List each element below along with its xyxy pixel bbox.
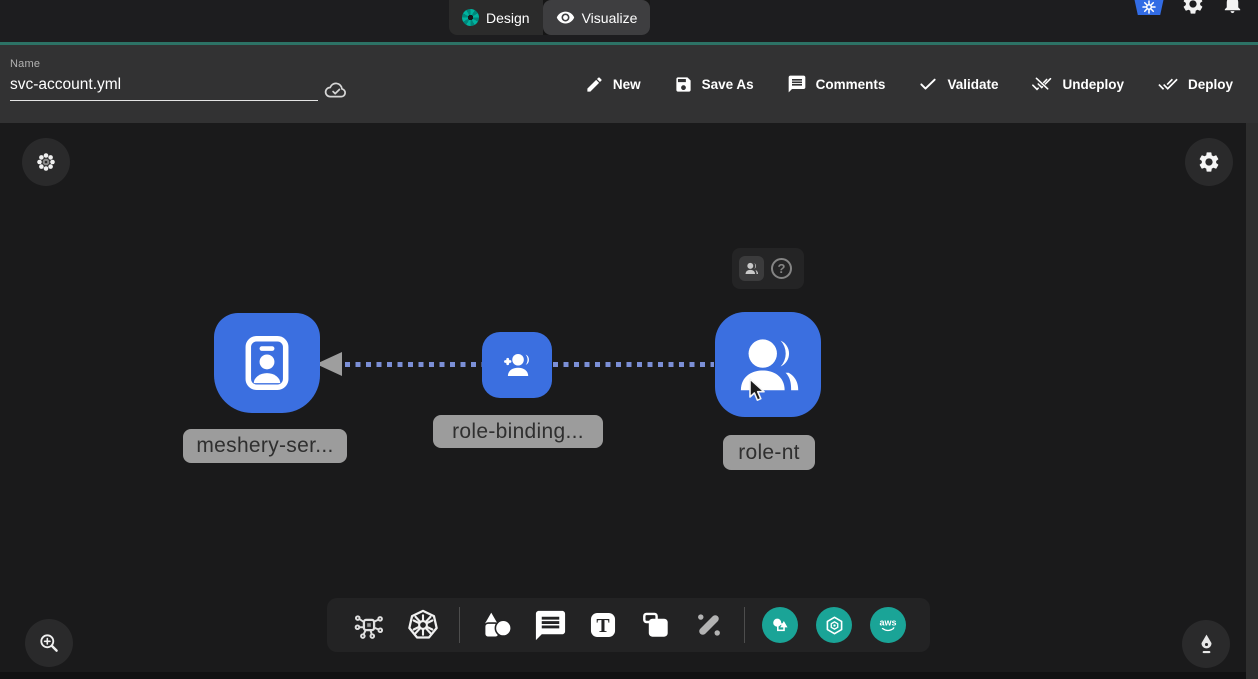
save-as-label: Save As — [702, 77, 754, 92]
label-role: role-nt — [723, 435, 815, 470]
help-button[interactable]: ? — [771, 258, 792, 279]
component-toolbar: T — [327, 598, 930, 652]
eye-icon — [556, 8, 575, 27]
tab-design[interactable]: Design — [449, 0, 543, 35]
pen-nib-icon — [1194, 632, 1219, 657]
toolbar-actions: New Save As Comments Validate — [585, 45, 1233, 123]
node-service-account[interactable] — [214, 313, 320, 413]
edge-link-tool[interactable] — [692, 608, 726, 642]
service-account-badge-icon — [234, 330, 300, 396]
svg-text:aws: aws — [880, 618, 897, 628]
comments-label: Comments — [816, 77, 886, 92]
meshery-design-screen: Design Visualize — [0, 0, 1258, 679]
new-button[interactable]: New — [585, 75, 641, 94]
toolbar-divider — [744, 607, 745, 643]
label-service-account: meshery-ser... — [183, 429, 347, 463]
top-nav-bar: Design Visualize — [0, 0, 1258, 42]
design-name-field: Name — [10, 58, 318, 101]
new-label: New — [613, 77, 641, 92]
zoom-in-button[interactable] — [25, 619, 73, 667]
design-name-input[interactable] — [10, 74, 318, 101]
edge-link-icon — [692, 608, 726, 642]
circuit-component-icon — [351, 607, 387, 643]
undeploy-label: Undeploy — [1062, 77, 1124, 92]
person-group-icon — [743, 260, 760, 277]
kubernetes-tool[interactable] — [405, 607, 441, 643]
view-tab-group: Design Visualize — [449, 0, 650, 35]
right-edge-strip — [1246, 123, 1258, 679]
shapes-icon — [477, 606, 515, 644]
bottom-edge-strip — [0, 672, 1246, 679]
zoom-in-icon — [37, 631, 61, 655]
validate-label: Validate — [947, 77, 998, 92]
topbar-right-icons — [1133, 0, 1244, 21]
text-tool-icon: T — [586, 608, 620, 642]
aws-icon: aws — [875, 612, 901, 638]
note-icon — [638, 607, 674, 643]
double-check-crossed-icon — [1031, 74, 1053, 94]
node-hover-toolbar: ? — [732, 248, 804, 289]
gear-icon — [1197, 150, 1221, 174]
svg-text:T: T — [596, 615, 609, 637]
note-tool[interactable] — [638, 607, 674, 643]
deploy-label: Deploy — [1188, 77, 1233, 92]
undeploy-button[interactable]: Undeploy — [1031, 74, 1124, 94]
settings-gear-icon[interactable] — [1181, 0, 1205, 21]
design-canvas[interactable]: meshery-ser... role-binding... role-nt ? — [0, 123, 1246, 672]
pencil-icon — [585, 75, 604, 94]
text-tool[interactable]: T — [586, 608, 620, 642]
kubernetes-icon — [405, 607, 441, 643]
name-field-label: Name — [10, 58, 318, 70]
meshery-logo-icon — [462, 9, 479, 26]
freehand-pen-button[interactable] — [1182, 620, 1230, 668]
kubernetes-wheel-icon — [1140, 0, 1158, 16]
tab-visualize-label: Visualize — [582, 10, 638, 26]
hexagon-component-tool[interactable] — [816, 607, 852, 643]
comments-button[interactable]: Comments — [787, 74, 886, 94]
edge-rolebinding-to-serviceaccount — [345, 362, 482, 367]
shapes-group-icon — [769, 614, 791, 636]
circuit-component-tool[interactable] — [351, 607, 387, 643]
check-icon — [918, 74, 938, 94]
edge-role-to-rolebinding — [553, 362, 714, 367]
layout-flower-button[interactable] — [22, 138, 70, 186]
toolbar-divider — [459, 607, 460, 643]
flower-asterisk-icon — [34, 150, 58, 174]
role-binding-person-add-icon — [496, 344, 538, 386]
tab-design-label: Design — [486, 10, 530, 26]
shapes-tool[interactable] — [477, 606, 515, 644]
comment-icon — [533, 608, 568, 643]
save-as-button[interactable]: Save As — [674, 75, 754, 94]
mouse-cursor — [745, 377, 769, 409]
design-toolbar: Name New Save As Comments — [0, 45, 1258, 123]
double-check-icon — [1157, 74, 1179, 94]
deploy-button[interactable]: Deploy — [1157, 74, 1233, 94]
kubernetes-context-badge-icon[interactable] — [1133, 0, 1165, 21]
aws-tool[interactable]: aws — [870, 607, 906, 643]
cloud-saved-icon — [322, 77, 350, 106]
notifications-bell-icon[interactable] — [1221, 0, 1244, 20]
validate-button[interactable]: Validate — [918, 74, 998, 94]
comment-bubble-icon — [787, 74, 807, 94]
help-glyph: ? — [778, 261, 786, 276]
label-role-binding: role-binding... — [433, 415, 603, 448]
shapes-group-tool[interactable] — [762, 607, 798, 643]
comment-tool[interactable] — [533, 608, 568, 643]
person-group-button[interactable] — [739, 256, 764, 281]
hexagon-component-icon — [823, 614, 846, 637]
floppy-disk-icon — [674, 75, 693, 94]
node-role-binding[interactable] — [482, 332, 552, 398]
tab-visualize[interactable]: Visualize — [543, 0, 651, 35]
canvas-settings-button[interactable] — [1185, 138, 1233, 186]
